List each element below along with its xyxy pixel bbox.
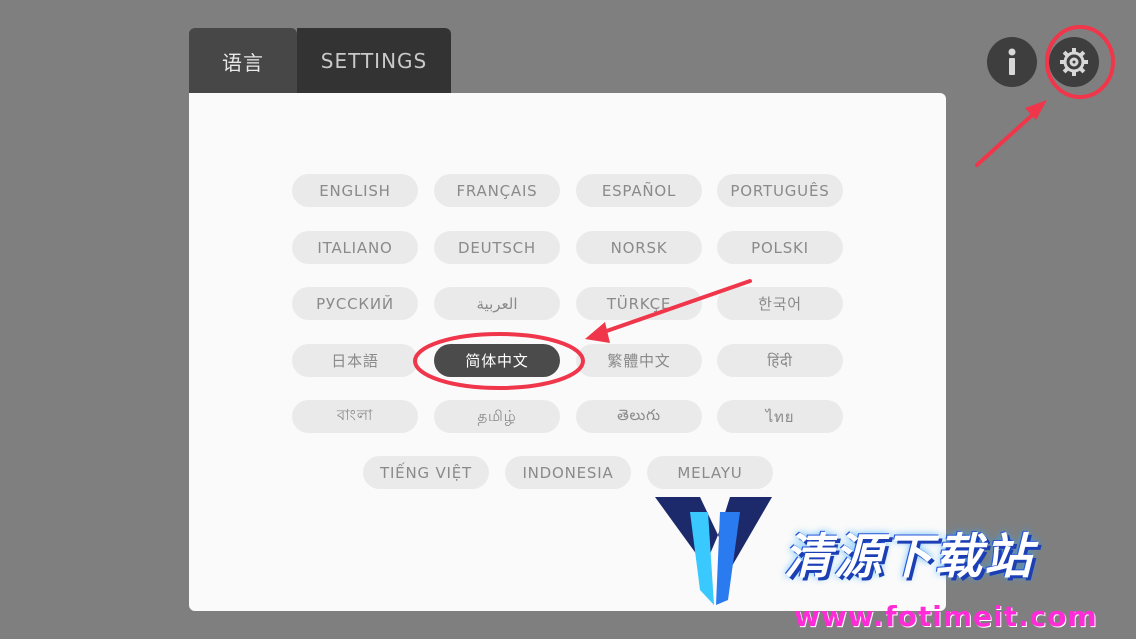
language-option[interactable]: TÜRKÇE (576, 287, 702, 320)
language-option[interactable]: العربية (434, 287, 560, 320)
language-option[interactable]: தமிழ் (434, 400, 560, 433)
language-option[interactable]: ENGLISH (292, 174, 418, 207)
language-option[interactable]: MELAYU (647, 456, 773, 489)
language-option[interactable]: 日本語 (292, 344, 418, 377)
annotation-arrow-gear (975, 106, 1042, 167)
language-option[interactable]: 한국어 (717, 287, 843, 320)
watermark-url: www.fotimeit.com (794, 600, 1098, 633)
watermark-title: 清源下载站 (784, 529, 1035, 585)
tab-bar: 语言 SETTINGS (189, 28, 451, 94)
info-icon (1008, 48, 1016, 75)
language-option[interactable]: हिंदी (717, 344, 843, 377)
language-option[interactable]: తెలుగు (576, 400, 702, 433)
language-option[interactable]: TIẾNG VIỆT (363, 456, 489, 489)
settings-button[interactable] (1049, 37, 1099, 87)
language-option[interactable]: DEUTSCH (434, 231, 560, 264)
language-option[interactable]: INDONESIA (505, 456, 631, 489)
language-option[interactable]: PORTUGUÊS (717, 174, 843, 207)
tab-settings[interactable]: SETTINGS (297, 28, 451, 94)
language-option[interactable]: NORSK (576, 231, 702, 264)
language-option[interactable]: ESPAÑOL (576, 174, 702, 207)
language-option[interactable]: 繁體中文 (576, 344, 702, 377)
language-option[interactable]: ไทย (717, 400, 843, 433)
language-option[interactable]: বাংলা (292, 400, 418, 433)
annotation-arrowhead-gear (1025, 100, 1047, 120)
gear-icon (1060, 48, 1088, 76)
language-option-selected[interactable]: 简体中文 (434, 344, 560, 377)
info-button[interactable] (987, 37, 1037, 87)
language-option[interactable]: FRANÇAIS (434, 174, 560, 207)
language-option[interactable]: ITALIANO (292, 231, 418, 264)
language-option[interactable]: POLSKI (717, 231, 843, 264)
language-option[interactable]: РУССКИЙ (292, 287, 418, 320)
tab-language[interactable]: 语言 (189, 28, 297, 94)
